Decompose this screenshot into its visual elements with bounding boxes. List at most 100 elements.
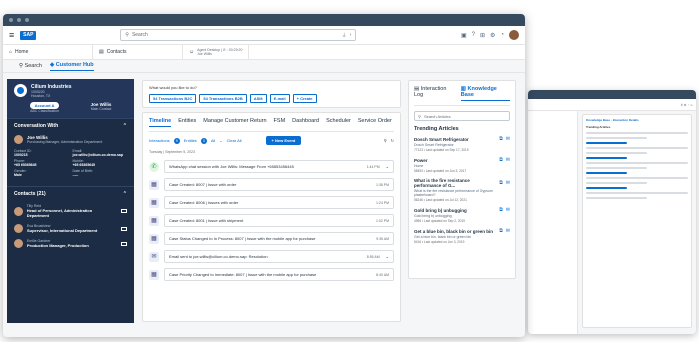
timeline-event[interactable]: ▦ Case Created: 8001 | Issue with shipmen… (149, 214, 394, 227)
mail-icon[interactable] (121, 209, 127, 213)
window-dot[interactable] (25, 18, 29, 22)
mail-icon[interactable]: ✉ (506, 157, 510, 163)
tab-service-order[interactable]: Service Order (358, 118, 392, 127)
contacts-section-header[interactable]: Contacts (21) ⌃ (7, 186, 134, 201)
mail-icon[interactable] (121, 226, 127, 231)
contact-item[interactable]: Tilly Reid Head of Personnel, Administrat… (7, 201, 134, 221)
search-icon: ⚲ (125, 32, 129, 38)
filter-all[interactable]: All (211, 138, 215, 143)
copy-icon[interactable]: ⧉ (499, 180, 503, 186)
tab-home[interactable]: ⌂ Home (3, 45, 93, 59)
contact-avatar (14, 239, 23, 248)
timeline-event[interactable]: ✉ Email sent to joe.willis@cilium.co.demo… (149, 250, 394, 263)
event-time: 1:24 PM (375, 200, 389, 205)
article-title[interactable]: Dosch Smart Refrigerator (414, 137, 496, 142)
article-title[interactable]: What is the fire resistance performance … (414, 178, 496, 188)
search-icon[interactable]: ⚲ (384, 138, 387, 143)
transactions-b2b-button[interactable]: 54 Transactions B2B (199, 94, 247, 103)
tab-contacts[interactable]: ▤ Contacts (93, 45, 183, 59)
mail-icon[interactable] (121, 241, 127, 246)
chevron-down-icon[interactable]: ⌄ (219, 138, 222, 143)
workspace-tabs: ⌂ Home ▤ Contacts ☺ Agent Desktop | ✆ : 00… (3, 45, 525, 60)
email-link[interactable]: joe.willis@cilium.co.demo.sap (73, 153, 128, 157)
mail-icon[interactable]: ✉ (506, 136, 510, 142)
article-item[interactable]: Dosch Smart Refrigerator ⧉ ✉ Dosch Smart R… (414, 136, 510, 152)
tab-knowledge-base[interactable]: ▥ Knowledge Base (460, 86, 510, 101)
contact-role: Supervisor, International Department (27, 228, 98, 233)
article-item[interactable]: Get a blue bin, black bin or green bin ⧉ ✉… (414, 228, 510, 244)
transactions-b2c-button[interactable]: 54 Transactions B2C (149, 94, 197, 103)
article-subtitle: Gold bring b) unbugging (414, 214, 452, 218)
copy-icon[interactable]: ⧉ (499, 207, 503, 213)
global-search[interactable]: ⚲ Search ⏚ › (120, 29, 357, 41)
bg-tab-log[interactable]: Interaction Details (613, 118, 639, 122)
conversation-section-header[interactable]: Conversation With ⌃ (7, 118, 134, 133)
articles-search-input[interactable]: ⚲ Search Articles (414, 111, 510, 121)
window-dot[interactable] (17, 18, 21, 22)
notifications-icon[interactable]: ▣ (461, 32, 467, 39)
grid-icon[interactable]: ⊞ (480, 32, 485, 39)
article-item[interactable]: Power ⧉ ✉ Home 58493 • Last updated on Jun… (414, 157, 510, 173)
copy-icon[interactable]: ⧉ (499, 136, 503, 142)
chevron-up-icon[interactable]: ⌃ (123, 123, 127, 129)
contacts-icon: ▤ (99, 49, 104, 55)
article-title[interactable]: Power (414, 158, 496, 163)
mobile-link[interactable]: +65 65365645 (73, 163, 128, 167)
event-text: Case Created: 8001 | Issue with shipment (169, 218, 244, 223)
settings-icon[interactable]: ⚙ (490, 32, 495, 39)
bg-tab-kb[interactable]: Knowledge Base (586, 118, 610, 122)
contact-item[interactable]: Eva Broadview Supervisor, International D… (7, 221, 134, 236)
mail-icon[interactable]: ✉ (506, 180, 510, 186)
account-classification-button[interactable]: Account A (29, 102, 60, 109)
tab-dashboard[interactable]: Dashboard (292, 118, 319, 127)
help-icon[interactable]: ? (472, 32, 475, 38)
tab-manage-customer-return[interactable]: Manage Customer Return (203, 118, 266, 127)
timeline-event[interactable]: ▦ Case Created: 8006 | Issues with order 1… (149, 196, 394, 209)
contact-item[interactable]: Emilie Gardner Production Manager, Produc… (7, 236, 134, 251)
copy-icon[interactable]: ⧉ (499, 228, 503, 234)
tab-home-label: Home (15, 49, 29, 55)
tab-timeline[interactable]: Timeline (149, 118, 172, 127)
phone-link[interactable]: +65 65365645 (14, 163, 69, 167)
tab-interaction-log[interactable]: ▤ Interaction Log (414, 86, 456, 101)
article-title[interactable]: Get a blue bin, black bin or green bin (414, 229, 496, 234)
chevron-down-icon[interactable]: ⌄ (386, 254, 389, 259)
article-subtitle: Home (414, 164, 424, 168)
email-button[interactable]: E-mail (269, 94, 290, 103)
tab-customer-hub[interactable]: ◈ Customer Hub (50, 62, 94, 71)
filter-entities[interactable]: Entities (184, 138, 197, 143)
tab-fsm[interactable]: FSM (274, 118, 286, 127)
chevron-right-icon[interactable]: › (350, 32, 352, 38)
filter-interactions[interactable]: Interactions (149, 138, 170, 143)
article-item[interactable]: What is the fire resistance performance … (414, 178, 510, 202)
mail-icon[interactable]: ✉ (506, 207, 510, 213)
asm-button[interactable]: ASM (249, 94, 267, 103)
user-avatar[interactable] (509, 30, 519, 40)
new-event-button[interactable]: + New Event (265, 136, 302, 145)
chevron-up-icon[interactable]: ⌃ (123, 191, 127, 197)
create-button[interactable]: + Create (292, 94, 317, 103)
article-subtitle: Get a blue bin, black bin or green bin (414, 235, 472, 239)
refresh-icon[interactable]: ↻ (391, 138, 394, 143)
filter-icon[interactable]: ⏚ (342, 32, 347, 39)
timeline-event[interactable]: ✆ WhatsApp chat session with Joe Willis: … (149, 160, 394, 173)
tab-search[interactable]: ⚲ Search (19, 63, 42, 69)
interactions-count: 9 (173, 137, 180, 144)
clear-all-link[interactable]: Clear All (227, 138, 242, 143)
event-text: Case Created: 8006 | Issues with order (169, 200, 239, 205)
copy-icon[interactable]: ⧉ (499, 157, 503, 163)
bell-icon[interactable]: ◔ (500, 32, 504, 38)
tab-scheduler[interactable]: Scheduler (326, 118, 351, 127)
case-icon: ▦ (149, 179, 159, 190)
mail-icon[interactable]: ✉ (506, 228, 510, 234)
chevron-down-icon[interactable]: ⌄ (386, 164, 389, 169)
timeline-event[interactable]: ▦ Case Created: 8007 | Issue with order 1:… (149, 178, 394, 191)
article-title[interactable]: Gold bring b) unbugging (414, 208, 496, 213)
tab-entities[interactable]: Entities (178, 118, 196, 127)
timeline-event[interactable]: ▦ Case Priority Changed to Immediate: 800… (149, 268, 394, 281)
window-dot[interactable] (9, 18, 13, 22)
article-item[interactable]: Gold bring b) unbugging ⧉ ✉ Gold bring b) … (414, 207, 510, 223)
tab-agent-desktop[interactable]: ☺ Agent Desktop | ✆ : 00:29:20 Joe Willi… (183, 45, 250, 59)
timeline-event[interactable]: ▦ Case Status Changed to In Process: 8007… (149, 232, 394, 245)
menu-icon[interactable]: ≡ (9, 30, 14, 40)
